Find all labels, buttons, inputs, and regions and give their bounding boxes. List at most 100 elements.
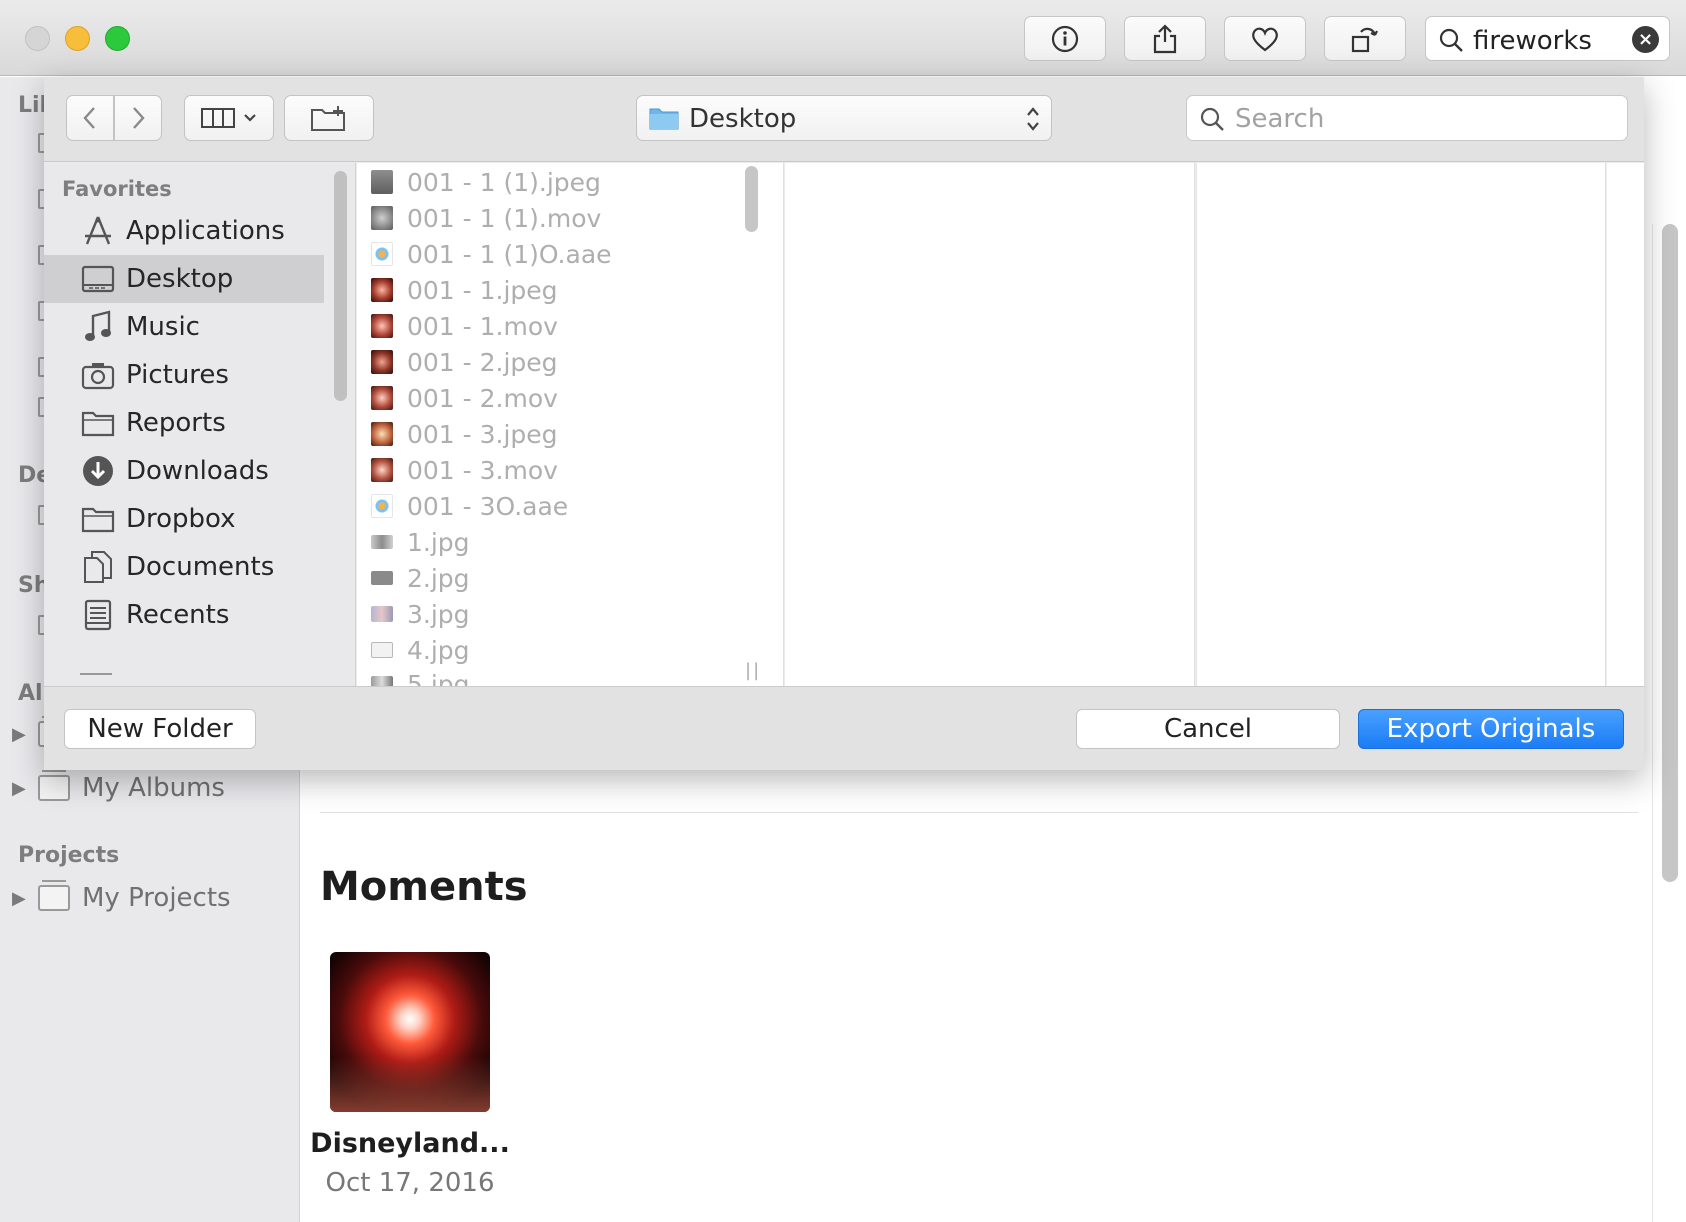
new-folder-toolbar-button[interactable] xyxy=(284,95,374,141)
sidebar-item-documents[interactable]: Documents xyxy=(44,543,324,591)
file-name: 001 - 3.mov xyxy=(407,455,558,485)
file-row[interactable]: 001 - 3O.aae xyxy=(371,489,568,523)
file-row[interactable]: 4.jpg xyxy=(371,633,470,667)
sidebar-item-reports[interactable]: Reports xyxy=(44,399,324,447)
search-icon xyxy=(1439,28,1463,52)
file-row[interactable]: 001 - 3.mov xyxy=(371,453,558,487)
file-row[interactable]: 001 - 1 (1).mov xyxy=(371,201,601,235)
file-name: 001 - 1.jpeg xyxy=(407,275,558,305)
recents-icon xyxy=(80,597,116,633)
cancel-button[interactable]: Cancel xyxy=(1076,709,1340,749)
disclosure-triangle-icon[interactable]: ▶ xyxy=(12,778,38,799)
file-name: 3.jpg xyxy=(407,599,470,629)
export-originals-button[interactable]: Export Originals xyxy=(1358,709,1624,749)
file-column-scrollbar[interactable] xyxy=(745,166,758,232)
back-button[interactable] xyxy=(66,95,114,141)
sidebar-item-applications[interactable]: Applications xyxy=(44,207,324,255)
file-row[interactable]: 001 - 1.jpeg xyxy=(371,273,558,307)
file-name: 4.jpg xyxy=(407,635,470,665)
rotate-button[interactable] xyxy=(1324,16,1406,61)
view-mode-button[interactable] xyxy=(184,95,274,141)
file-row[interactable]: 2.jpg xyxy=(371,561,470,595)
photos-search-field[interactable]: fireworks × xyxy=(1425,16,1670,61)
chevron-down-icon xyxy=(244,114,256,122)
file-name: 2.jpg xyxy=(407,563,470,593)
file-row[interactable]: 001 - 2.mov xyxy=(371,381,558,415)
info-icon xyxy=(1051,25,1079,52)
video-thumbnail-icon xyxy=(371,386,393,410)
sidebar-item-downloads[interactable]: Downloads xyxy=(44,447,324,495)
camera-icon xyxy=(80,357,116,393)
zoom-window-button[interactable] xyxy=(105,26,130,51)
section-divider xyxy=(320,812,1638,813)
sidebar-item-my-albums[interactable]: ▶ My Albums xyxy=(12,770,225,803)
sidebar-item-pictures[interactable]: Pictures xyxy=(44,351,324,399)
sidebar-item-label: Desktop xyxy=(126,264,234,294)
close-window-button[interactable] xyxy=(25,26,50,51)
favorite-button[interactable] xyxy=(1224,16,1306,61)
forward-button[interactable] xyxy=(114,95,162,141)
file-row[interactable]: 1.jpg xyxy=(371,525,470,559)
image-thumbnail-icon xyxy=(371,170,393,194)
aae-file-icon xyxy=(371,494,393,518)
file-row[interactable]: 5.jpg xyxy=(371,667,470,686)
heart-icon xyxy=(1252,27,1278,51)
video-thumbnail-icon xyxy=(371,458,393,482)
columns-view-icon xyxy=(201,108,235,128)
image-thumbnail-icon xyxy=(371,278,393,302)
folder-icon xyxy=(649,108,679,130)
file-row[interactable]: 001 - 2.jpeg xyxy=(371,345,558,379)
new-folder-button[interactable]: New Folder xyxy=(64,709,256,749)
image-thumbnail-icon xyxy=(371,535,393,549)
location-popup[interactable]: Desktop xyxy=(636,95,1052,141)
file-name: 1.jpg xyxy=(407,527,470,557)
up-down-chevron-icon xyxy=(1027,107,1039,131)
clear-search-icon[interactable]: × xyxy=(1632,26,1659,53)
file-column-empty xyxy=(1196,163,1606,686)
disclosure-triangle-icon[interactable]: ▶ xyxy=(12,888,38,909)
search-placeholder: Search xyxy=(1235,104,1325,134)
album-folder-icon xyxy=(38,770,70,801)
rotate-icon xyxy=(1351,27,1378,52)
file-row[interactable]: 001 - 1.mov xyxy=(371,309,558,343)
sidebar-item-label: Documents xyxy=(126,552,275,582)
chevron-left-icon xyxy=(83,107,95,129)
column-resize-handle[interactable]: || xyxy=(745,660,761,681)
info-button[interactable] xyxy=(1024,16,1106,61)
file-name: 001 - 3O.aae xyxy=(407,491,569,521)
file-row[interactable]: 001 - 1 (1)O.aae xyxy=(371,237,612,271)
downloads-icon xyxy=(80,453,116,489)
image-thumbnail-icon xyxy=(371,422,393,446)
documents-icon xyxy=(80,549,116,585)
sheet-toolbar: Desktop Search xyxy=(44,77,1644,162)
sidebar-item-label: Applications xyxy=(126,216,285,246)
file-name: 001 - 2.mov xyxy=(407,383,558,413)
photos-scrollbar[interactable] xyxy=(1662,224,1678,882)
video-thumbnail-icon xyxy=(371,314,393,338)
favorites-scrollbar[interactable] xyxy=(334,171,347,401)
sidebar-item-recents[interactable]: Recents xyxy=(44,591,324,639)
sidebar-item-label: Music xyxy=(126,312,200,342)
file-row[interactable]: 001 - 3.jpeg xyxy=(371,417,558,451)
search-query[interactable]: fireworks xyxy=(1473,26,1592,56)
sidebar-item-partial[interactable] xyxy=(80,673,112,685)
moment-title[interactable]: Disneyland... xyxy=(300,1128,520,1159)
sidebar-item-desktop[interactable]: Desktop xyxy=(44,255,324,303)
file-name: 001 - 1 (1).mov xyxy=(407,203,602,233)
file-row[interactable]: 3.jpg xyxy=(371,597,470,631)
file-name: 5.jpg xyxy=(407,669,470,687)
folder-icon xyxy=(80,501,116,537)
minimize-window-button[interactable] xyxy=(65,26,90,51)
moment-thumbnail[interactable] xyxy=(330,952,490,1112)
file-row[interactable]: 001 - 1 (1).jpeg xyxy=(371,165,601,199)
sidebar-item-music[interactable]: Music xyxy=(44,303,324,351)
share-icon xyxy=(1153,23,1177,53)
share-button[interactable] xyxy=(1124,16,1206,61)
sheet-search-field[interactable]: Search xyxy=(1186,95,1628,141)
sidebar-item-dropbox[interactable]: Dropbox xyxy=(44,495,324,543)
favorites-sidebar: Favorites Applications Desktop Music Pic… xyxy=(44,163,356,686)
sidebar-item-label: Recents xyxy=(126,600,230,630)
file-column-empty xyxy=(1607,163,1644,686)
disclosure-triangle-icon[interactable]: ▶ xyxy=(12,724,38,745)
sidebar-item-my-projects[interactable]: ▶ My Projects xyxy=(12,880,231,913)
